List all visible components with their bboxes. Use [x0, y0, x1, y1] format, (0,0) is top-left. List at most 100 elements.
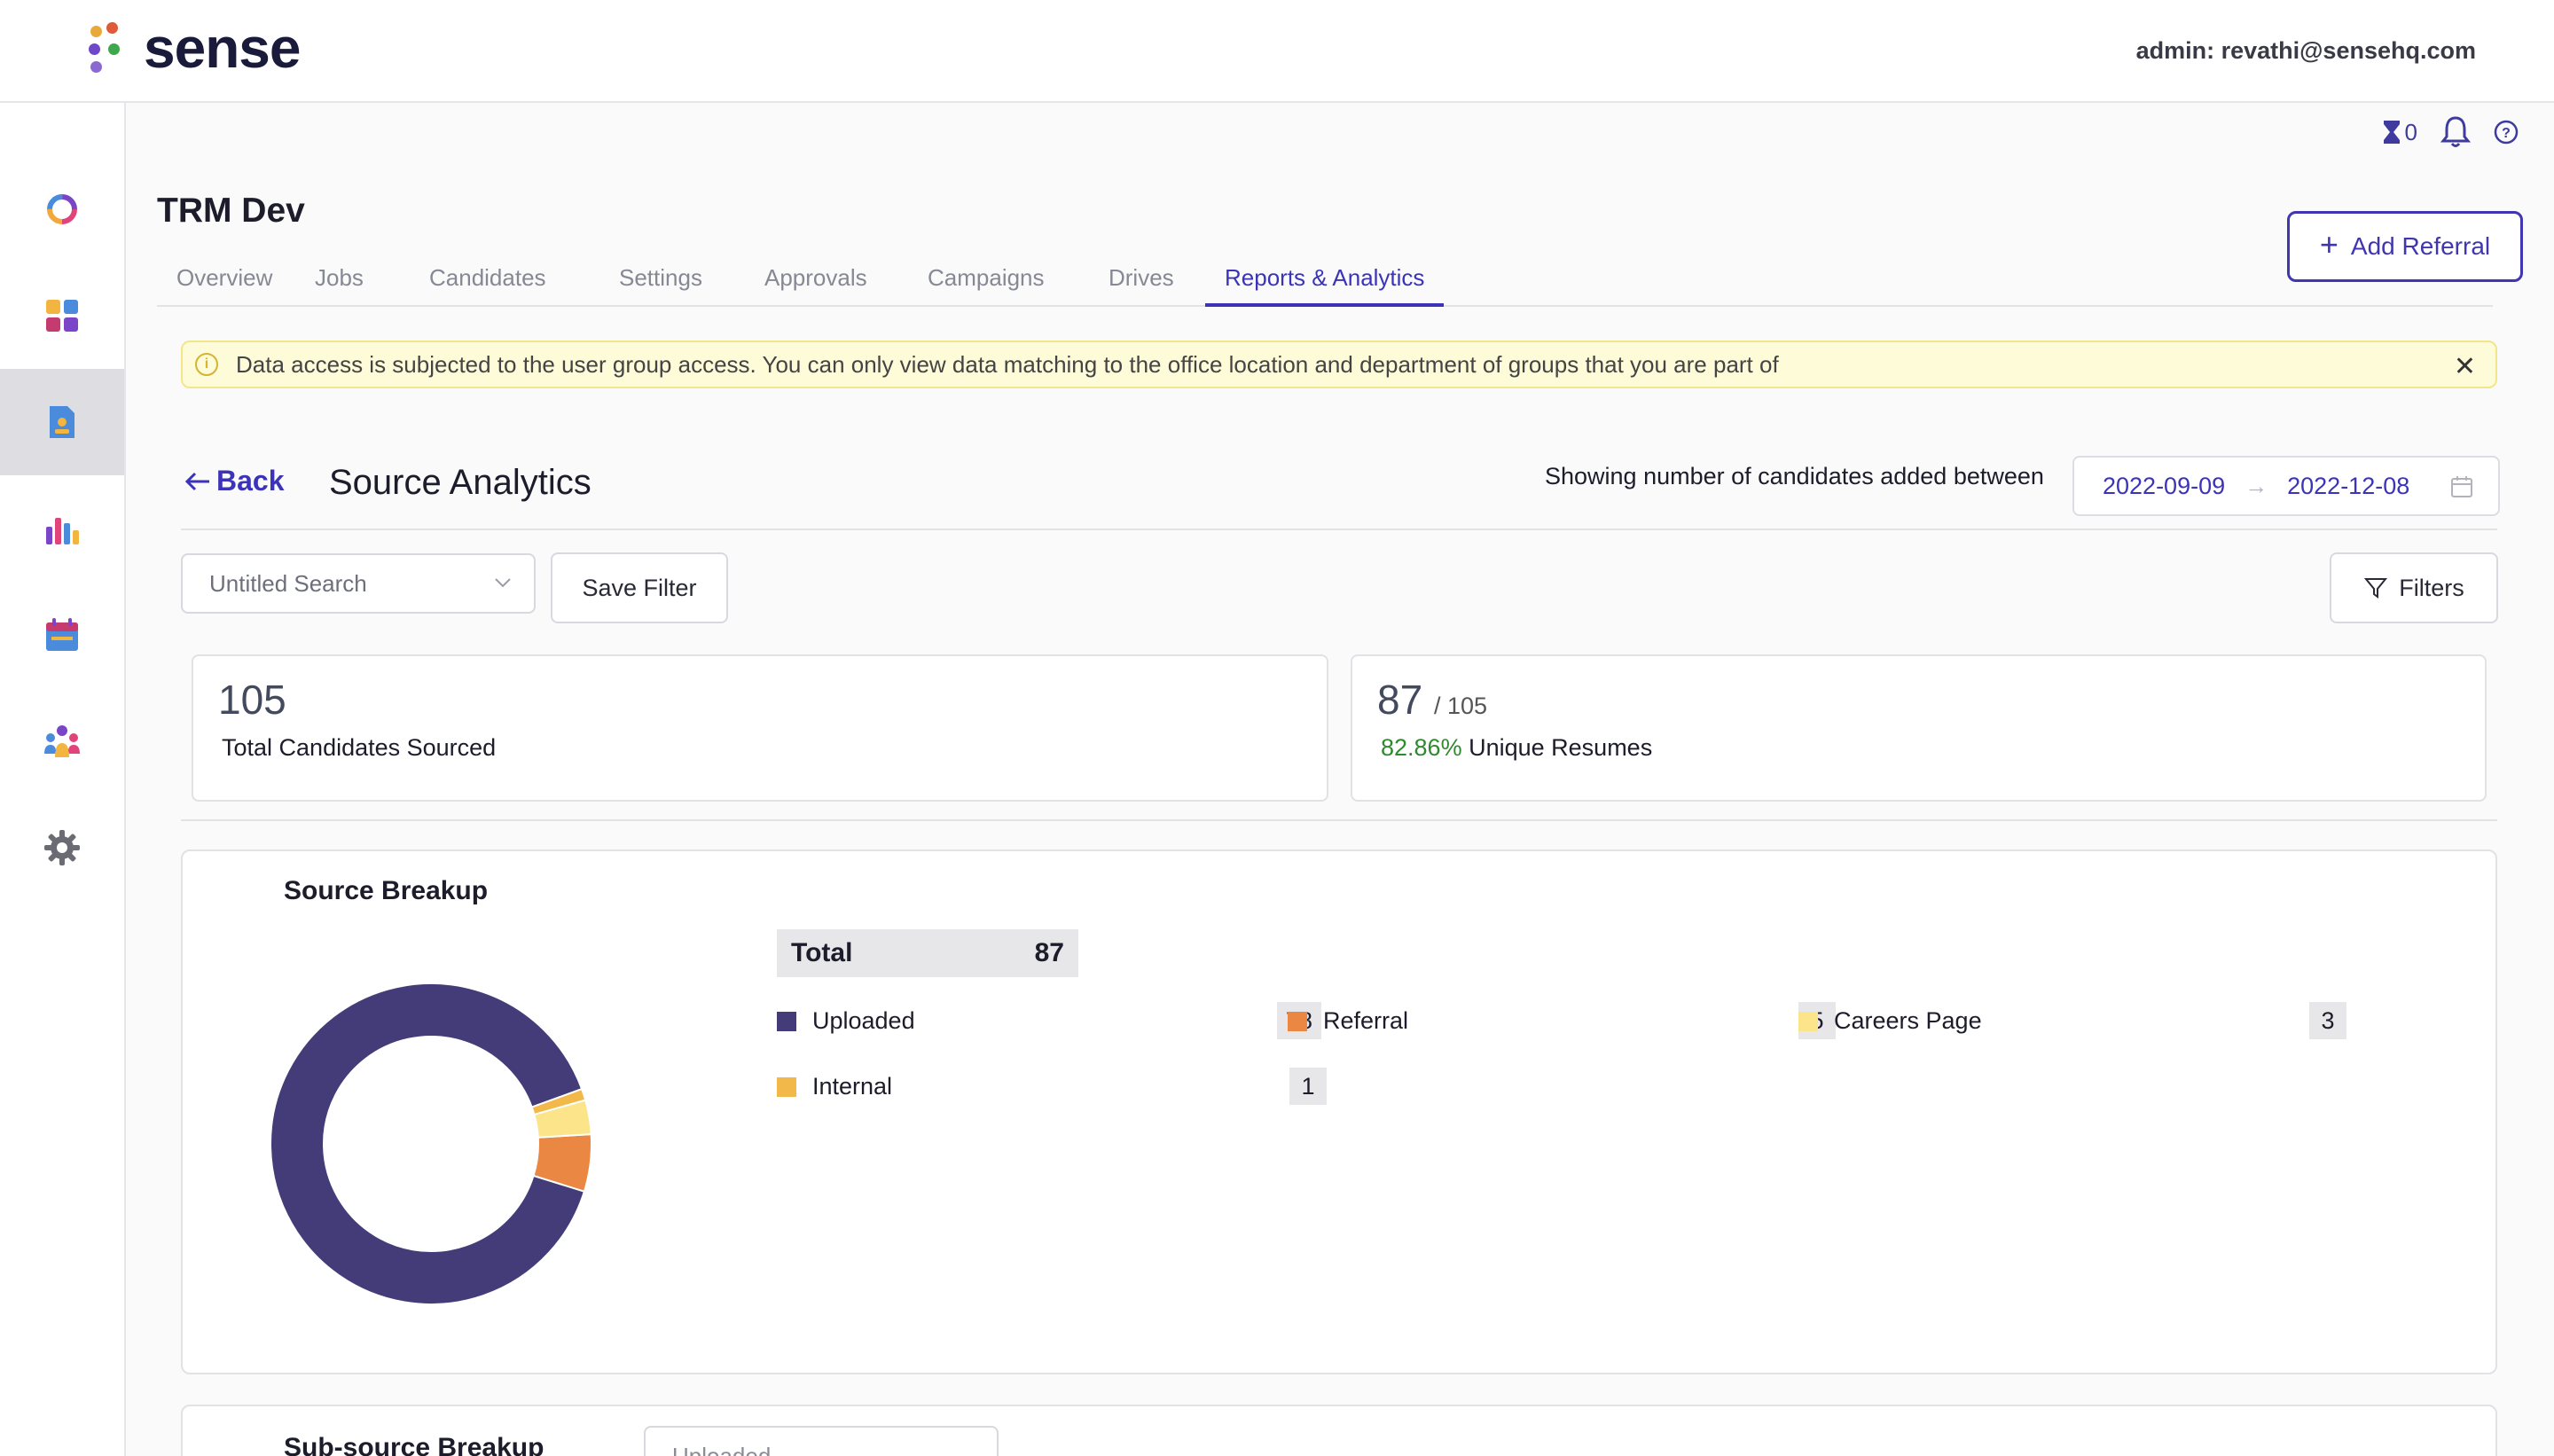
legend-label: Careers Page — [1834, 1007, 1982, 1034]
filters-button[interactable]: Filters — [2330, 552, 2498, 623]
unique-resumes-card: 87 / 105 82.86% Unique Resumes — [1351, 654, 2487, 802]
tab-reports-analytics[interactable]: Reports & Analytics — [1205, 264, 1445, 307]
saved-search-select[interactable]: Untitled Search — [181, 553, 536, 614]
unique-resumes-label: Unique Resumes — [1469, 734, 1653, 761]
total-value: 87 — [1034, 938, 1064, 967]
tab-approvals[interactable]: Approvals — [745, 264, 887, 307]
bell-icon — [2440, 116, 2471, 147]
legend-item-internal[interactable]: Internal — [777, 1073, 892, 1100]
chevron-down-icon — [495, 578, 511, 588]
legend-value: 3 — [2309, 1002, 2346, 1039]
apps-grid-icon — [46, 300, 78, 332]
tab-drives[interactable]: Drives — [1089, 264, 1194, 307]
date-range-caption: Showing number of candidates added betwe… — [1545, 463, 2044, 489]
pending-count: 0 — [2404, 118, 2417, 145]
sidebar-item-people[interactable] — [0, 688, 124, 795]
funnel-icon — [2364, 578, 2388, 599]
arrow-right-icon: → — [2245, 472, 2268, 499]
access-info-banner: i Data access is subjected to the user g… — [181, 341, 2497, 388]
unique-resumes-percent: 82.86% — [1381, 734, 1462, 761]
sidebar-item-calendar[interactable] — [0, 582, 124, 688]
legend-value: 1 — [1289, 1068, 1327, 1105]
notifications-button[interactable] — [2440, 115, 2471, 149]
total-candidates-value: 105 — [218, 677, 286, 723]
total-candidates-label: Total Candidates Sourced — [222, 734, 497, 761]
donut-slice-uploaded[interactable] — [270, 982, 586, 1305]
legend-label: Referral — [1323, 1007, 1409, 1034]
logo-dots-icon — [85, 20, 124, 75]
dashboard-ring-icon — [47, 194, 77, 224]
tab-overview[interactable]: Overview — [157, 264, 292, 307]
settings-gear-icon — [44, 830, 80, 865]
legend-swatch — [1798, 1011, 1818, 1031]
subsource-select-value: Uploaded — [672, 1442, 772, 1456]
help-icon: ? — [2494, 120, 2519, 145]
total-label: Total — [791, 938, 853, 967]
document-icon — [50, 406, 74, 438]
tab-jobs[interactable]: Jobs — [295, 264, 383, 307]
save-filter-button[interactable]: Save Filter — [551, 552, 728, 623]
legend-item-referral[interactable]: Referral — [1288, 1007, 1408, 1035]
brand-name: sense — [144, 16, 301, 80]
close-icon[interactable]: ✕ — [2454, 351, 2476, 382]
date-from[interactable]: 2022-09-09 — [2103, 473, 2225, 500]
plus-icon: + — [2319, 226, 2339, 262]
legend-swatch — [777, 1011, 796, 1031]
sidebar-item-settings[interactable] — [0, 795, 124, 901]
calendar-small-icon — [2451, 476, 2472, 497]
tab-candidates[interactable]: Candidates — [410, 264, 566, 307]
sidebar-item-dashboard[interactable] — [0, 156, 124, 262]
sidebar-item-analytics[interactable] — [0, 475, 124, 582]
hourglass-icon — [2383, 121, 2400, 144]
total-row: Total 87 — [777, 929, 1078, 977]
legend-swatch — [1288, 1011, 1307, 1031]
back-button[interactable]: Back — [184, 465, 285, 497]
top-header: sense admin: revathi@sensehq.com — [0, 0, 2554, 103]
analytics-bars-icon — [46, 518, 79, 544]
help-button[interactable]: ? — [2494, 120, 2519, 145]
source-breakup-title: Source Breakup — [284, 876, 489, 905]
source-breakup-card: Source Breakup Total 87 Uploaded 78 Refe… — [181, 849, 2497, 1374]
tab-bar: Overview Jobs Candidates Settings Approv… — [157, 259, 2493, 307]
divider — [181, 819, 2497, 821]
tab-settings[interactable]: Settings — [599, 264, 722, 307]
utility-bar: 0 ? — [2382, 115, 2519, 149]
people-icon — [44, 725, 80, 757]
sidebar — [0, 103, 126, 1456]
back-label: Back — [216, 465, 285, 497]
admin-user-label[interactable]: admin: revathi@sensehq.com — [2136, 37, 2476, 65]
arrow-left-icon — [184, 472, 209, 490]
pending-tasks[interactable]: 0 — [2382, 119, 2417, 146]
svg-text:?: ? — [2502, 126, 2511, 141]
legend-label: Uploaded — [812, 1007, 915, 1034]
date-to[interactable]: 2022-12-08 — [2287, 473, 2409, 500]
subsource-select[interactable]: Uploaded — [644, 1426, 999, 1456]
unique-resumes-caption: 82.86% Unique Resumes — [1381, 734, 1652, 762]
divider — [181, 528, 2497, 530]
legend-item-careers-page[interactable]: Careers Page — [1798, 1007, 1982, 1035]
section-title: Source Analytics — [329, 463, 591, 502]
sense-logo[interactable]: sense — [85, 16, 301, 80]
total-candidates-card: 105 Total Candidates Sourced — [192, 654, 1328, 802]
page-title: TRM Dev — [157, 192, 305, 230]
source-donut-chart — [270, 982, 592, 1305]
main-content: 0 ? TRM Dev + Add Referral Overview Jobs… — [126, 103, 2554, 1456]
calendar-icon — [46, 618, 78, 651]
info-icon: i — [195, 353, 218, 376]
subsource-breakup-title: Sub-source Breakup — [284, 1433, 544, 1456]
legend-item-uploaded[interactable]: Uploaded — [777, 1007, 915, 1035]
legend-label: Internal — [812, 1073, 893, 1100]
date-range-picker[interactable]: 2022-09-09 → 2022-12-08 — [2072, 456, 2500, 516]
unique-resumes-value-group: 87 / 105 — [1377, 676, 1487, 724]
unique-resumes-value: 87 — [1377, 677, 1423, 723]
filters-label: Filters — [2399, 574, 2464, 601]
banner-text: Data access is subjected to the user gro… — [236, 350, 1779, 378]
legend-swatch — [777, 1076, 796, 1097]
tab-campaigns[interactable]: Campaigns — [908, 264, 1064, 307]
add-referral-label: Add Referral — [2350, 232, 2491, 260]
subsource-breakup-card: Sub-source Breakup Uploaded — [181, 1405, 2497, 1456]
unique-resumes-total: / 105 — [1433, 693, 1488, 719]
sidebar-item-apps[interactable] — [0, 262, 124, 369]
sidebar-item-documents[interactable] — [0, 369, 124, 475]
saved-search-value: Untitled Search — [209, 569, 367, 597]
